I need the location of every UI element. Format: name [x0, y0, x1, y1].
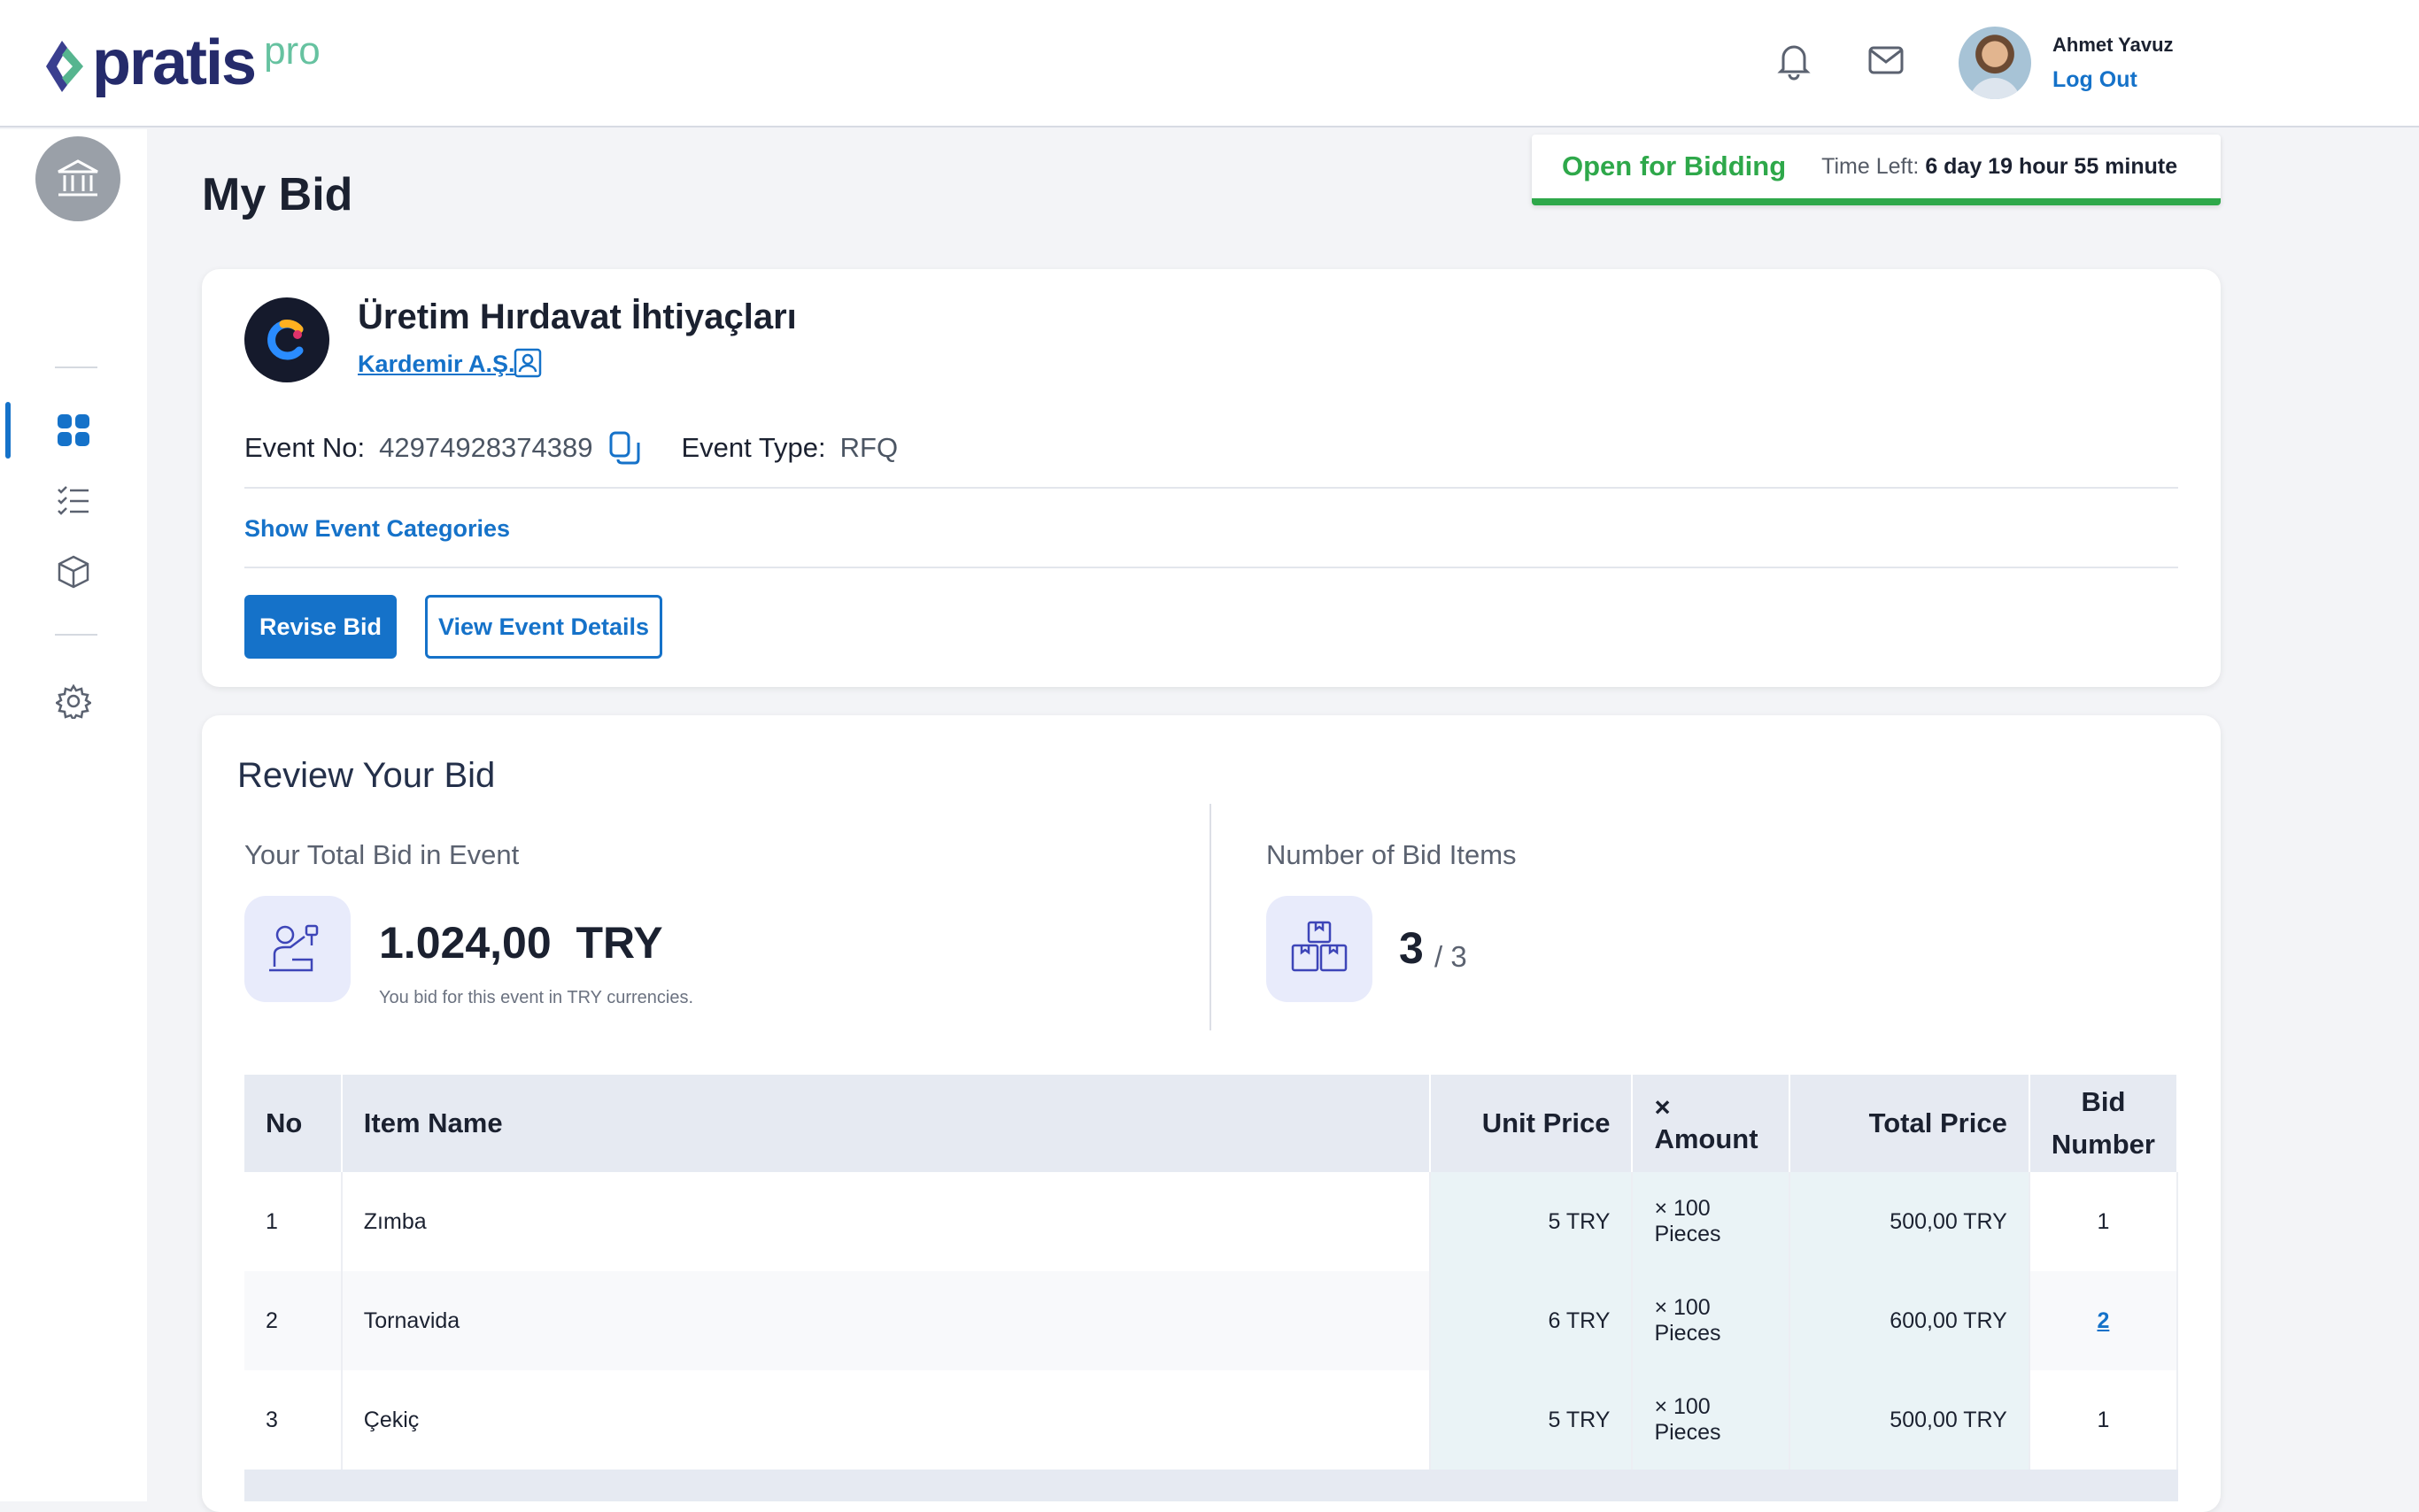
- cell-unit-price: 6 TRY: [1429, 1271, 1634, 1370]
- total-bid-currency: TRY: [576, 918, 663, 968]
- col-bid-number-line2: Number: [2051, 1129, 2155, 1160]
- avatar[interactable]: [1959, 27, 2031, 99]
- mail-icon[interactable]: [1865, 39, 1907, 81]
- pratis-pro-logo[interactable]: pratis pro: [44, 27, 321, 98]
- cell-amount: × 100 Pieces: [1632, 1271, 1791, 1370]
- bell-icon[interactable]: [1773, 39, 1815, 81]
- event-meta: Event No: 42974928374389 Event Type: RFQ: [244, 430, 898, 466]
- event-company-logo: [244, 297, 329, 382]
- bid-items-label: Number of Bid Items: [1266, 839, 1517, 870]
- cell-total-price: 600,00 TRY: [1789, 1271, 2030, 1370]
- cell-item-name: Çekiç: [341, 1370, 1431, 1470]
- total-bid-amount: 1.024,00: [379, 918, 552, 968]
- cell-amount: × 100 Pieces: [1632, 1172, 1791, 1271]
- institution-logo[interactable]: [35, 136, 120, 221]
- cell-amount: × 100 Pieces: [1632, 1370, 1791, 1470]
- bidder-icon: [244, 896, 351, 1002]
- review-title: Review Your Bid: [237, 756, 496, 795]
- cell-item-name: Zımba: [341, 1172, 1431, 1271]
- table-row: 2 Tornavida 6 TRY × 100 Pieces 600,00 TR…: [244, 1271, 2179, 1370]
- revise-bid-button[interactable]: Revise Bid: [244, 595, 397, 659]
- contact-card-icon[interactable]: [512, 347, 544, 379]
- col-bid-number: Bid Number: [2029, 1075, 2179, 1172]
- cell-no: 3: [244, 1370, 343, 1470]
- bid-items-total: / 3: [1434, 940, 1467, 973]
- bid-items-table: No Item Name Unit Price × Amount Total P…: [244, 1075, 2179, 1470]
- col-no: No: [244, 1075, 343, 1172]
- cell-unit-price: 5 TRY: [1429, 1370, 1634, 1470]
- event-type-value: RFQ: [839, 432, 899, 463]
- logout-link[interactable]: Log Out: [2052, 67, 2137, 93]
- cell-bid-number: 2: [2029, 1271, 2179, 1370]
- cell-item-name: Tornavida: [341, 1271, 1431, 1370]
- gear-icon: [56, 683, 91, 719]
- table-header-row: No Item Name Unit Price × Amount Total P…: [244, 1075, 2179, 1172]
- sidebar-divider: [55, 366, 97, 368]
- user-name: Ahmet Yavuz: [2052, 34, 2174, 56]
- checklist-icon: [58, 486, 89, 515]
- bank-icon: [58, 159, 98, 197]
- sidebar-item-tasks[interactable]: [0, 473, 147, 529]
- bid-number-link[interactable]: 2: [2097, 1308, 2109, 1333]
- copy-icon[interactable]: [607, 430, 641, 466]
- event-title: Üretim Hırdavat İhtiyaçları: [358, 297, 797, 336]
- page-title: My Bid: [202, 169, 353, 220]
- cube-icon: [58, 555, 89, 589]
- cell-no: 1: [244, 1172, 343, 1271]
- logo-text: pratis: [92, 27, 257, 98]
- cell-unit-price: 5 TRY: [1429, 1172, 1634, 1271]
- total-bid-value: 1.024,00 TRY: [379, 917, 663, 968]
- show-event-categories-link[interactable]: Show Event Categories: [244, 515, 510, 543]
- col-bid-number-line1: Bid: [2081, 1086, 2126, 1117]
- top-bar: pratis pro Ahmet Yavuz Log Out: [0, 0, 2419, 127]
- active-indicator: [5, 402, 11, 459]
- sidebar-item-dashboard[interactable]: [0, 402, 147, 459]
- sidebar: [0, 129, 147, 1501]
- total-bid-note: You bid for this event in TRY currencies…: [379, 988, 694, 1007]
- col-unit-price: Unit Price: [1429, 1075, 1634, 1172]
- cell-total-price: 500,00 TRY: [1789, 1370, 2030, 1470]
- event-no-label: Event No:: [244, 432, 366, 463]
- col-amount: × Amount: [1632, 1075, 1791, 1172]
- table-row: 3 Çekiç 5 TRY × 100 Pieces 500,00 TRY 1: [244, 1370, 2179, 1470]
- sidebar-divider: [55, 634, 97, 636]
- bid-items-count: 3: [1399, 923, 1424, 973]
- bidding-status-banner: Open for Bidding Time Left: 6 day 19 hou…: [1532, 135, 2221, 205]
- event-card: Üretim Hırdavat İhtiyaçları Kardemir A.Ş…: [202, 269, 2221, 687]
- table-row: 1 Zımba 5 TRY × 100 Pieces 500,00 TRY 1: [244, 1172, 2179, 1271]
- time-left: Time Left: 6 day 19 hour 55 minute: [1821, 154, 2177, 180]
- logo-mark-icon: [46, 41, 83, 92]
- cell-bid-number: 1: [2029, 1172, 2179, 1271]
- cell-total-price: 500,00 TRY: [1789, 1172, 2030, 1271]
- time-left-value: 6 day 19 hour 55 minute: [1925, 153, 2178, 179]
- table-footer-bar: [244, 1470, 2178, 1501]
- grid-icon: [58, 414, 89, 446]
- status-label: Open for Bidding: [1562, 150, 1787, 181]
- company-logo-icon: [267, 320, 304, 360]
- event-type-label: Event Type:: [681, 432, 826, 463]
- view-event-details-button[interactable]: View Event Details: [425, 595, 662, 659]
- summary-divider: [1210, 804, 1211, 1030]
- cell-bid-number: 1: [2029, 1370, 2179, 1470]
- divider: [244, 487, 2178, 489]
- boxes-icon: [1266, 896, 1372, 1002]
- col-total-price: Total Price: [1789, 1075, 2030, 1172]
- event-no-value: 42974928374389: [379, 432, 593, 463]
- sidebar-item-products[interactable]: [0, 544, 147, 600]
- time-left-label: Time Left:: [1821, 153, 1920, 179]
- total-bid-label: Your Total Bid in Event: [244, 839, 520, 870]
- company-link[interactable]: Kardemir A.Ş.: [358, 351, 515, 378]
- review-bid-card: Review Your Bid Your Total Bid in Event …: [202, 715, 2221, 1512]
- col-item-name: Item Name: [341, 1075, 1431, 1172]
- cell-no: 2: [244, 1271, 343, 1370]
- logo-suffix: pro: [264, 29, 321, 73]
- divider: [244, 567, 2178, 568]
- sidebar-item-settings[interactable]: [0, 673, 147, 729]
